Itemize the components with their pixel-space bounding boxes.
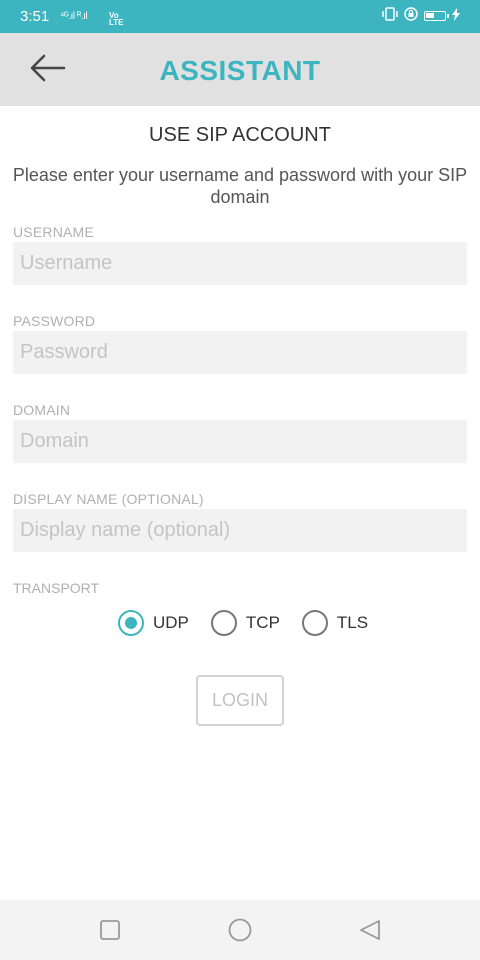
system-nav-bar [0, 900, 480, 960]
app-bar: ASSISTANT [0, 33, 480, 106]
display-name-label: DISPLAY NAME (OPTIONAL) [13, 491, 204, 507]
radio-udp-label: UDP [153, 613, 189, 632]
username-input[interactable] [13, 242, 467, 285]
rotation-lock-icon [404, 7, 418, 24]
section-title: USE SIP ACCOUNT [149, 124, 331, 146]
password-label: PASSWORD [13, 313, 96, 329]
transport-radio-group: UDP TCP TLS [118, 610, 390, 636]
login-button[interactable]: LOGIN [196, 675, 284, 726]
transport-label: TRANSPORT [13, 580, 100, 596]
radio-tcp-label: TCP [245, 613, 280, 632]
signal-icon: ⁴ᴳ.ıl ᴿ.ıl [60, 11, 88, 22]
username-label: USERNAME [13, 224, 94, 240]
radio-tls-label: TLS [336, 613, 369, 632]
charging-icon [452, 7, 460, 24]
radio-udp[interactable]: UDP [118, 610, 189, 636]
radio-unchecked-icon[interactable] [210, 610, 237, 636]
home-circle-icon[interactable] [227, 918, 252, 942]
status-bar: 3:51 ⁴ᴳ.ıl ᴿ.ıl Vo LTE [0, 0, 480, 33]
radio-checked-icon[interactable] [118, 610, 144, 636]
page-title: ASSISTANT [159, 55, 321, 86]
domain-input[interactable] [13, 420, 467, 463]
status-time: 3:51 [20, 8, 50, 25]
password-input[interactable] [13, 331, 467, 374]
volte-icon: Vo LTE [109, 11, 124, 27]
battery-icon [424, 10, 449, 21]
recents-square-icon[interactable] [98, 918, 122, 942]
radio-tls[interactable]: TLS [301, 610, 369, 636]
radio-unchecked-icon[interactable] [301, 610, 328, 636]
status-icons [382, 7, 460, 24]
instructions-text: Please enter your username and password … [12, 165, 468, 207]
domain-label: DOMAIN [13, 402, 71, 418]
vibrate-icon [382, 7, 398, 24]
display-name-input[interactable] [13, 509, 467, 552]
radio-tcp[interactable]: TCP [210, 610, 280, 636]
back-triangle-icon[interactable] [358, 918, 382, 942]
